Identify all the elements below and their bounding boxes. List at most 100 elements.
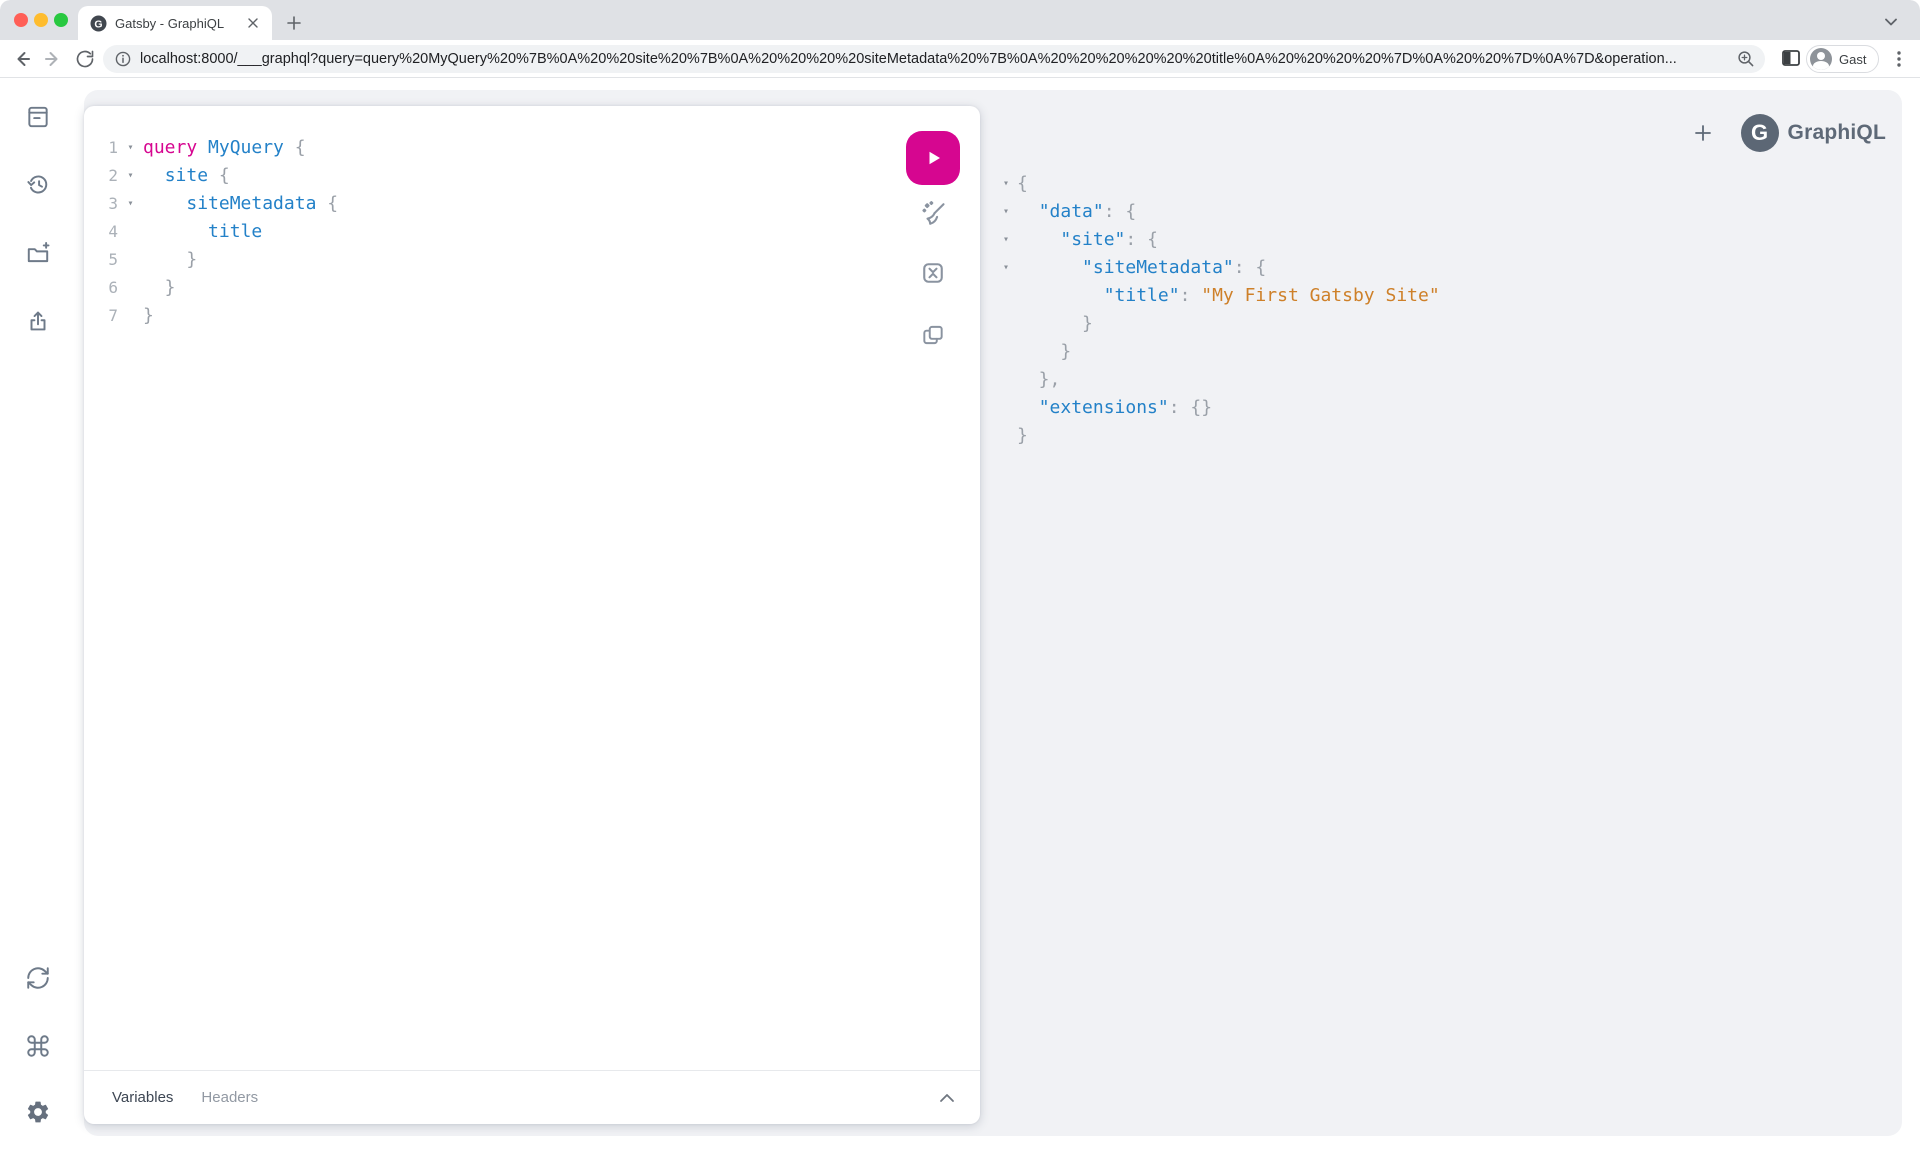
url-text: localhost:8000/___graphql?query=query%20… bbox=[140, 51, 1677, 67]
code-line: 5 } bbox=[102, 246, 980, 274]
code-line: ▾ "siteMetadata": { bbox=[1002, 254, 1882, 282]
code-line: ▾{ bbox=[1002, 170, 1882, 198]
code-text: "site": { bbox=[1060, 229, 1158, 250]
code-text: } bbox=[143, 249, 198, 270]
keyboard-shortcuts-icon[interactable] bbox=[24, 1032, 52, 1060]
code-text: }, bbox=[1017, 369, 1061, 390]
code-text: "title": "My First Gatsby Site" bbox=[1103, 285, 1440, 306]
code-text: "siteMetadata": { bbox=[1082, 257, 1267, 278]
code-line: 2 ▾ site { bbox=[102, 162, 980, 190]
tab-title: Gatsby - GraphiQL bbox=[115, 15, 225, 31]
add-query-tab-button[interactable] bbox=[1689, 119, 1717, 147]
page-info-icon[interactable] bbox=[115, 51, 131, 67]
forward-button[interactable] bbox=[42, 48, 64, 70]
code-line: 3 ▾ siteMetadata { bbox=[102, 190, 980, 218]
code-line: 6 } bbox=[102, 274, 980, 302]
code-text: title bbox=[208, 221, 263, 242]
zoom-level-icon[interactable] bbox=[1737, 50, 1755, 68]
code-text: site { bbox=[164, 165, 230, 186]
fold-arrow-icon[interactable]: ▾ bbox=[1002, 198, 1017, 226]
collapse-editor-tools-icon[interactable] bbox=[936, 1087, 958, 1109]
code-line: } bbox=[1002, 422, 1882, 450]
line-number: 5 bbox=[108, 250, 118, 269]
explorer-icon[interactable] bbox=[24, 239, 52, 267]
export-icon[interactable] bbox=[24, 307, 52, 335]
code-text: } bbox=[143, 305, 154, 326]
code-text: siteMetadata { bbox=[186, 193, 339, 214]
graphiql-app: G GraphiQL 1 ▾ query MyQuery {2 ▾ site {3 ▾ … bbox=[0, 78, 1920, 1159]
code-line: 1 ▾ query MyQuery { bbox=[102, 134, 980, 162]
reload-button[interactable] bbox=[74, 48, 96, 70]
docs-icon[interactable] bbox=[24, 103, 52, 131]
fold-arrow-icon[interactable]: ▾ bbox=[118, 190, 143, 218]
settings-gear-icon[interactable] bbox=[24, 1098, 52, 1126]
editor-tools-footer: Variables Headers bbox=[84, 1070, 980, 1124]
line-number: 1 bbox=[108, 138, 118, 157]
response-viewer[interactable]: ▾{▾ "data": {▾ "site": {▾ "siteMetadata"… bbox=[1002, 170, 1882, 450]
code-line: 7} bbox=[102, 302, 980, 330]
code-text: "extensions": {} bbox=[1038, 397, 1213, 418]
line-number: 6 bbox=[108, 278, 118, 297]
back-button[interactable] bbox=[11, 48, 33, 70]
graphiql-logo-icon: G bbox=[1740, 114, 1779, 152]
sessions-panel: G GraphiQL 1 ▾ query MyQuery {2 ▾ site {3 ▾ … bbox=[84, 90, 1902, 1136]
minimize-window-button[interactable] bbox=[34, 13, 48, 27]
code-line: } bbox=[1002, 338, 1882, 366]
tab-search-chevron-icon[interactable] bbox=[1880, 11, 1902, 33]
tab-close-icon[interactable] bbox=[244, 14, 262, 32]
code-text: "data": { bbox=[1038, 201, 1137, 222]
copy-query-icon[interactable] bbox=[906, 319, 960, 351]
query-editor[interactable]: 1 ▾ query MyQuery {2 ▾ site {3 ▾ siteMetadat… bbox=[84, 134, 980, 1070]
code-line: "extensions": {} bbox=[1002, 394, 1882, 422]
profile-name: Gast bbox=[1839, 51, 1867, 67]
line-number: 7 bbox=[108, 306, 118, 325]
browser-tab[interactable]: G Gatsby - GraphiQL bbox=[78, 6, 272, 40]
side-panel-icon[interactable] bbox=[1781, 48, 1803, 70]
fold-arrow-icon[interactable]: ▾ bbox=[118, 134, 143, 162]
avatar bbox=[1810, 48, 1832, 70]
tab-headers[interactable]: Headers bbox=[201, 1089, 258, 1106]
browser-window: G Gatsby - GraphiQL localhost:8000/___gr… bbox=[0, 0, 1920, 1159]
code-line: ▾ "site": { bbox=[1002, 226, 1882, 254]
code-line: "title": "My First Gatsby Site" bbox=[1002, 282, 1882, 310]
refetch-schema-icon[interactable] bbox=[24, 964, 52, 992]
code-line: }, bbox=[1002, 366, 1882, 394]
graphiql-logo-text: GraphiQL bbox=[1787, 121, 1886, 144]
browser-profile-button[interactable]: Gast bbox=[1806, 45, 1880, 73]
code-text: } bbox=[1017, 313, 1093, 334]
fold-arrow-icon[interactable]: ▾ bbox=[1002, 170, 1017, 198]
close-window-button[interactable] bbox=[14, 13, 28, 27]
tab-variables[interactable]: Variables bbox=[112, 1089, 173, 1106]
gatsby-favicon-icon: G bbox=[90, 15, 107, 31]
code-line: 4 title bbox=[102, 218, 980, 246]
line-number: 2 bbox=[108, 166, 118, 185]
code-text: query MyQuery { bbox=[143, 137, 306, 158]
session-header: G GraphiQL bbox=[1689, 114, 1886, 152]
prettify-query-icon[interactable] bbox=[906, 198, 960, 230]
fold-arrow-icon[interactable]: ▾ bbox=[1002, 254, 1017, 282]
fold-arrow-icon[interactable]: ▾ bbox=[118, 162, 143, 190]
line-number: 3 bbox=[108, 194, 118, 213]
execute-query-button[interactable] bbox=[906, 131, 960, 185]
browser-tab-bar: G Gatsby - GraphiQL bbox=[0, 0, 1920, 40]
svg-text:G: G bbox=[94, 18, 102, 30]
history-icon[interactable] bbox=[24, 170, 52, 198]
code-text: } bbox=[1017, 341, 1072, 362]
code-line: } bbox=[1002, 310, 1882, 338]
play-icon bbox=[929, 151, 940, 165]
new-tab-button[interactable] bbox=[282, 11, 306, 35]
merge-fragments-icon[interactable] bbox=[906, 257, 960, 289]
browser-menu-icon[interactable] bbox=[1890, 48, 1908, 70]
address-bar[interactable]: localhost:8000/___graphql?query=query%20… bbox=[103, 45, 1765, 73]
maximize-window-button[interactable] bbox=[54, 13, 68, 27]
fold-arrow-icon[interactable]: ▾ bbox=[1002, 226, 1017, 254]
